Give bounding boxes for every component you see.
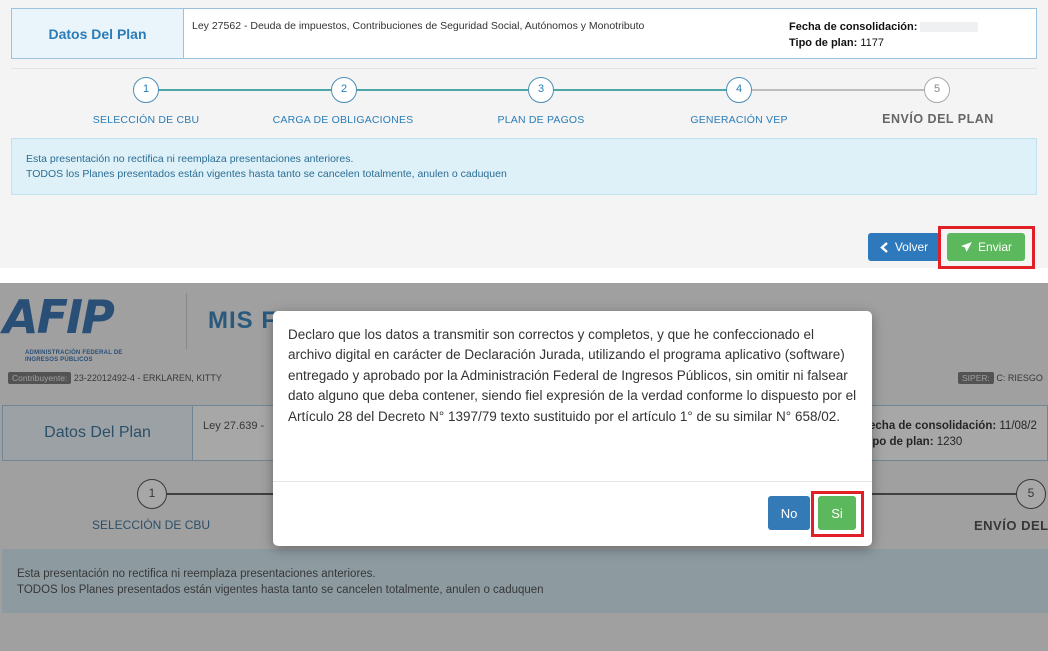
chevron-left-icon <box>880 241 888 253</box>
step-1-circle[interactable]: 1 <box>133 77 159 103</box>
stepper-remaining-line <box>751 89 947 91</box>
step-2-label[interactable]: CARGA DE OBLIGACIONES <box>273 114 414 126</box>
fecha-redacted <box>920 22 979 33</box>
confirm-modal: Declaro que los datos a transmitir son c… <box>273 311 872 546</box>
modal-declaration-text: Declaro que los datos a transmitir son c… <box>288 327 857 424</box>
volver-button[interactable]: Volver <box>868 233 940 261</box>
screenshot-composite: Datos Del Plan Ley 27562 - Deuda de impu… <box>0 0 1048 651</box>
highlight-box-si <box>811 491 864 537</box>
tipo-value: 1177 <box>860 37 884 49</box>
tipo-label: Tipo de plan: <box>789 37 858 49</box>
plan-envio-page: Datos Del Plan Ley 27562 - Deuda de impu… <box>0 0 1048 269</box>
confirm-dialog-page: AFIP ADMINISTRACIÓN FEDERAL DE INGRESOS … <box>0 283 1048 651</box>
volver-label: Volver <box>894 240 929 254</box>
stepper: 1 2 3 4 5 SELECCIÓN DE CBU CARGA DE OBLI… <box>11 68 1037 130</box>
no-button[interactable]: No <box>768 496 810 530</box>
info-line-2: TODOS los Planes presentados están vigen… <box>26 168 507 180</box>
step-3-label[interactable]: PLAN DE PAGOS <box>497 114 584 126</box>
step-4-circle[interactable]: 4 <box>726 77 752 103</box>
step-3-circle[interactable]: 3 <box>528 77 554 103</box>
step-5-circle: 5 <box>924 77 950 103</box>
fecha-label: Fecha de consolidación: <box>789 21 918 33</box>
step-1-label[interactable]: SELECCIÓN DE CBU <box>93 114 199 126</box>
step-4-label[interactable]: GENERACIÓN VEP <box>690 114 787 126</box>
plan-ley: Ley 27562 - Deuda de impuestos, Contribu… <box>192 20 645 32</box>
info-alert: Esta presentación no rectifica ni reempl… <box>11 138 1037 195</box>
step-5-label: ENVÍO DEL PLAN <box>882 112 994 126</box>
plan-header: Datos Del Plan Ley 27562 - Deuda de impu… <box>11 8 1037 59</box>
highlight-box-enviar <box>938 226 1035 269</box>
plan-title: Datos Del Plan <box>12 9 184 58</box>
plan-meta: Fecha de consolidación: Tipo de plan: 11… <box>789 19 979 51</box>
modal-footer-divider <box>273 481 872 482</box>
info-line-1: Esta presentación no rectifica ni reempl… <box>26 153 354 165</box>
step-2-circle[interactable]: 2 <box>331 77 357 103</box>
